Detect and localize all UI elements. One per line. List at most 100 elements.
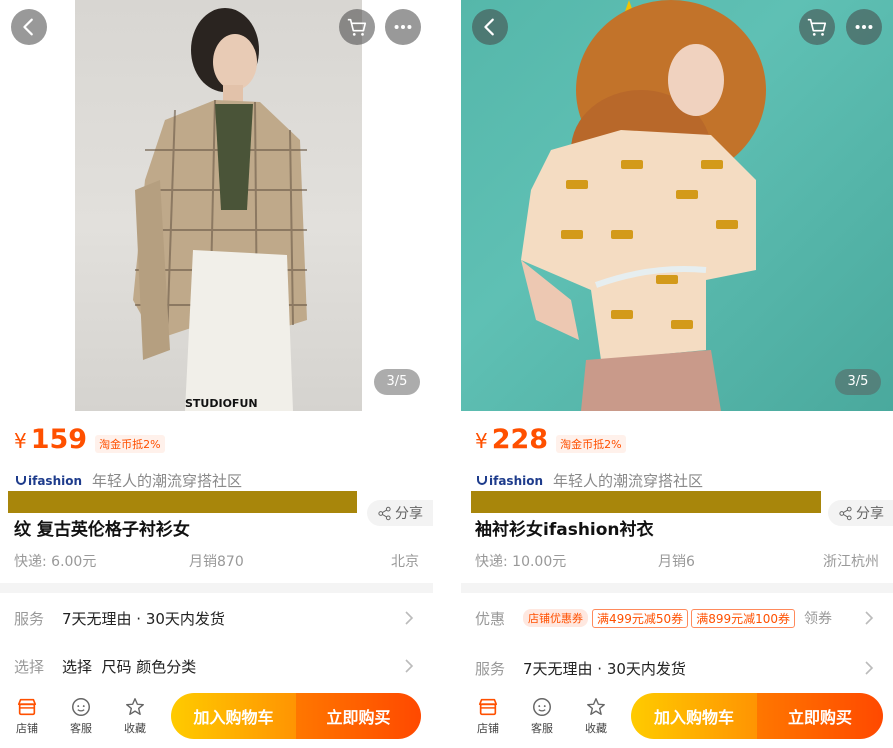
watermark-text: STUDIOFUN — [185, 397, 258, 410]
add-to-cart-button[interactable]: 加入购物车 — [631, 693, 757, 739]
monthly-sales: 月销6 — [658, 554, 695, 570]
back-icon — [23, 18, 33, 36]
buy-now-button[interactable]: 立即购买 — [296, 693, 421, 739]
shipping-fee: 快递: 10.00元 — [475, 554, 567, 570]
brand-mark-icon — [477, 476, 487, 485]
service-value: 7天无理由 · 30天内发货 — [523, 659, 686, 678]
image-counter: 3/5 — [835, 369, 881, 395]
favorite-button[interactable]: 收藏 — [579, 696, 613, 736]
coin-discount-badge: 淘金币抵2% — [556, 435, 626, 453]
image-counter: 3/5 — [374, 369, 420, 395]
product-image-carousel[interactable]: 3/5 — [461, 0, 893, 411]
cart-button[interactable] — [799, 9, 835, 45]
bottom-bar: 店铺 客服 收藏 加入购物车 立即购买 — [461, 690, 893, 748]
star-icon — [587, 698, 605, 716]
panel-gutter — [433, 0, 461, 748]
cart-icon — [347, 18, 367, 36]
service-label: 服务 — [475, 659, 506, 678]
ship-location: 浙江杭州 — [823, 554, 879, 570]
coupon-899[interactable]: 满899元减100券 — [691, 608, 795, 628]
store-button[interactable]: 店铺 — [471, 696, 505, 736]
price-row: ¥ 228 淘金币抵2% — [475, 424, 626, 455]
price: 159 — [30, 424, 88, 455]
currency-symbol: ¥ — [475, 429, 488, 453]
favorite-label: 收藏 — [585, 722, 607, 735]
chevron-right-icon — [405, 611, 414, 625]
brand-row[interactable]: ifashion 年轻人的潮流穿搭社区 — [16, 470, 242, 491]
favorite-label: 收藏 — [124, 722, 146, 735]
promo-label: 优惠 — [475, 609, 506, 628]
select-row[interactable]: 选择 选择 尺码 颜色分类 — [14, 651, 419, 681]
store-button[interactable]: 店铺 — [10, 696, 44, 736]
store-coupon-tag: 店铺优惠券 — [523, 609, 588, 627]
brand-name: ifashion — [28, 473, 83, 488]
service-value: 7天无理由 · 30天内发货 — [62, 609, 225, 628]
product-title: 纹 复古英伦格子衬衫女 — [14, 520, 190, 540]
back-button[interactable] — [472, 9, 508, 45]
service-label: 客服 — [531, 722, 553, 735]
model-illustration — [521, 0, 766, 411]
select-label: 选择 — [14, 657, 45, 676]
store-label: 店铺 — [477, 722, 499, 735]
customer-service-button[interactable]: 客服 — [64, 696, 98, 736]
monthly-sales: 月销870 — [189, 554, 244, 570]
share-icon — [839, 506, 852, 520]
favorite-button[interactable]: 收藏 — [118, 696, 152, 736]
shipping-fee: 快递: 6.00元 — [14, 554, 97, 570]
brand-logo: ifashion — [477, 474, 543, 488]
back-button[interactable] — [11, 9, 47, 45]
chevron-right-icon — [865, 661, 874, 675]
section-divider — [461, 583, 893, 593]
coupon-499[interactable]: 满499元减50券 — [592, 608, 689, 628]
promo-row[interactable]: 优惠 店铺优惠券 满499元减50券 满899元减100券 领券 — [475, 603, 879, 633]
chat-icon — [72, 698, 90, 716]
redacted-block — [471, 491, 821, 513]
more-icon — [394, 24, 412, 30]
brand-slogan: 年轻人的潮流穿搭社区 — [553, 472, 704, 490]
service-row[interactable]: 服务 7天无理由 · 30天内发货 — [14, 603, 419, 633]
currency-symbol: ¥ — [14, 429, 27, 453]
product-title: 袖衬衫女ifashion衬衣 — [475, 520, 654, 540]
brand-row[interactable]: ifashion 年轻人的潮流穿搭社区 — [477, 470, 703, 491]
product-page-right: 3/5 ¥ 228 淘金币抵2% ifashion 年轻人的潮流穿搭社区 分享 … — [461, 0, 893, 748]
chat-icon — [533, 698, 551, 716]
share-button[interactable]: 分享 — [367, 500, 433, 526]
claim-coupon-link[interactable]: 领券 — [804, 608, 832, 628]
section-divider — [0, 583, 433, 593]
share-label: 分享 — [856, 506, 884, 522]
star-icon — [126, 698, 144, 716]
service-row[interactable]: 服务 7天无理由 · 30天内发货 — [475, 653, 879, 683]
back-icon — [484, 18, 494, 36]
brand-mark-icon — [16, 476, 26, 485]
brand-logo: ifashion — [16, 474, 82, 488]
ship-location: 北京 — [391, 554, 419, 570]
share-label: 分享 — [395, 506, 423, 522]
price-row: ¥ 159 淘金币抵2% — [14, 424, 165, 455]
brand-slogan: 年轻人的潮流穿搭社区 — [92, 472, 243, 490]
store-label: 店铺 — [16, 722, 38, 735]
chevron-right-icon — [405, 659, 414, 673]
more-icon — [855, 24, 873, 30]
product-photo: STUDIOFUN — [75, 0, 362, 411]
share-button[interactable]: 分享 — [828, 500, 893, 526]
price: 228 — [491, 424, 549, 455]
more-button[interactable] — [385, 9, 421, 45]
cart-icon — [807, 18, 827, 36]
model-illustration: STUDIOFUN — [133, 8, 307, 411]
add-to-cart-button[interactable]: 加入购物车 — [171, 693, 296, 739]
cart-button[interactable] — [339, 9, 375, 45]
customer-service-button[interactable]: 客服 — [525, 696, 559, 736]
brand-name: ifashion — [489, 473, 544, 488]
more-button[interactable] — [846, 9, 882, 45]
service-label: 服务 — [14, 609, 45, 628]
store-icon — [17, 698, 37, 716]
bottom-bar: 店铺 客服 收藏 加入购物车 立即购买 — [0, 690, 433, 748]
chevron-right-icon — [865, 611, 874, 625]
buy-now-button[interactable]: 立即购买 — [757, 693, 883, 739]
share-icon — [378, 506, 391, 520]
coin-discount-badge: 淘金币抵2% — [95, 435, 165, 453]
product-image-carousel[interactable]: STUDIOFUN 3/5 — [0, 0, 433, 411]
select-value: 选择 尺码 颜色分类 — [62, 657, 197, 676]
redacted-block — [8, 491, 357, 513]
store-icon — [478, 698, 498, 716]
